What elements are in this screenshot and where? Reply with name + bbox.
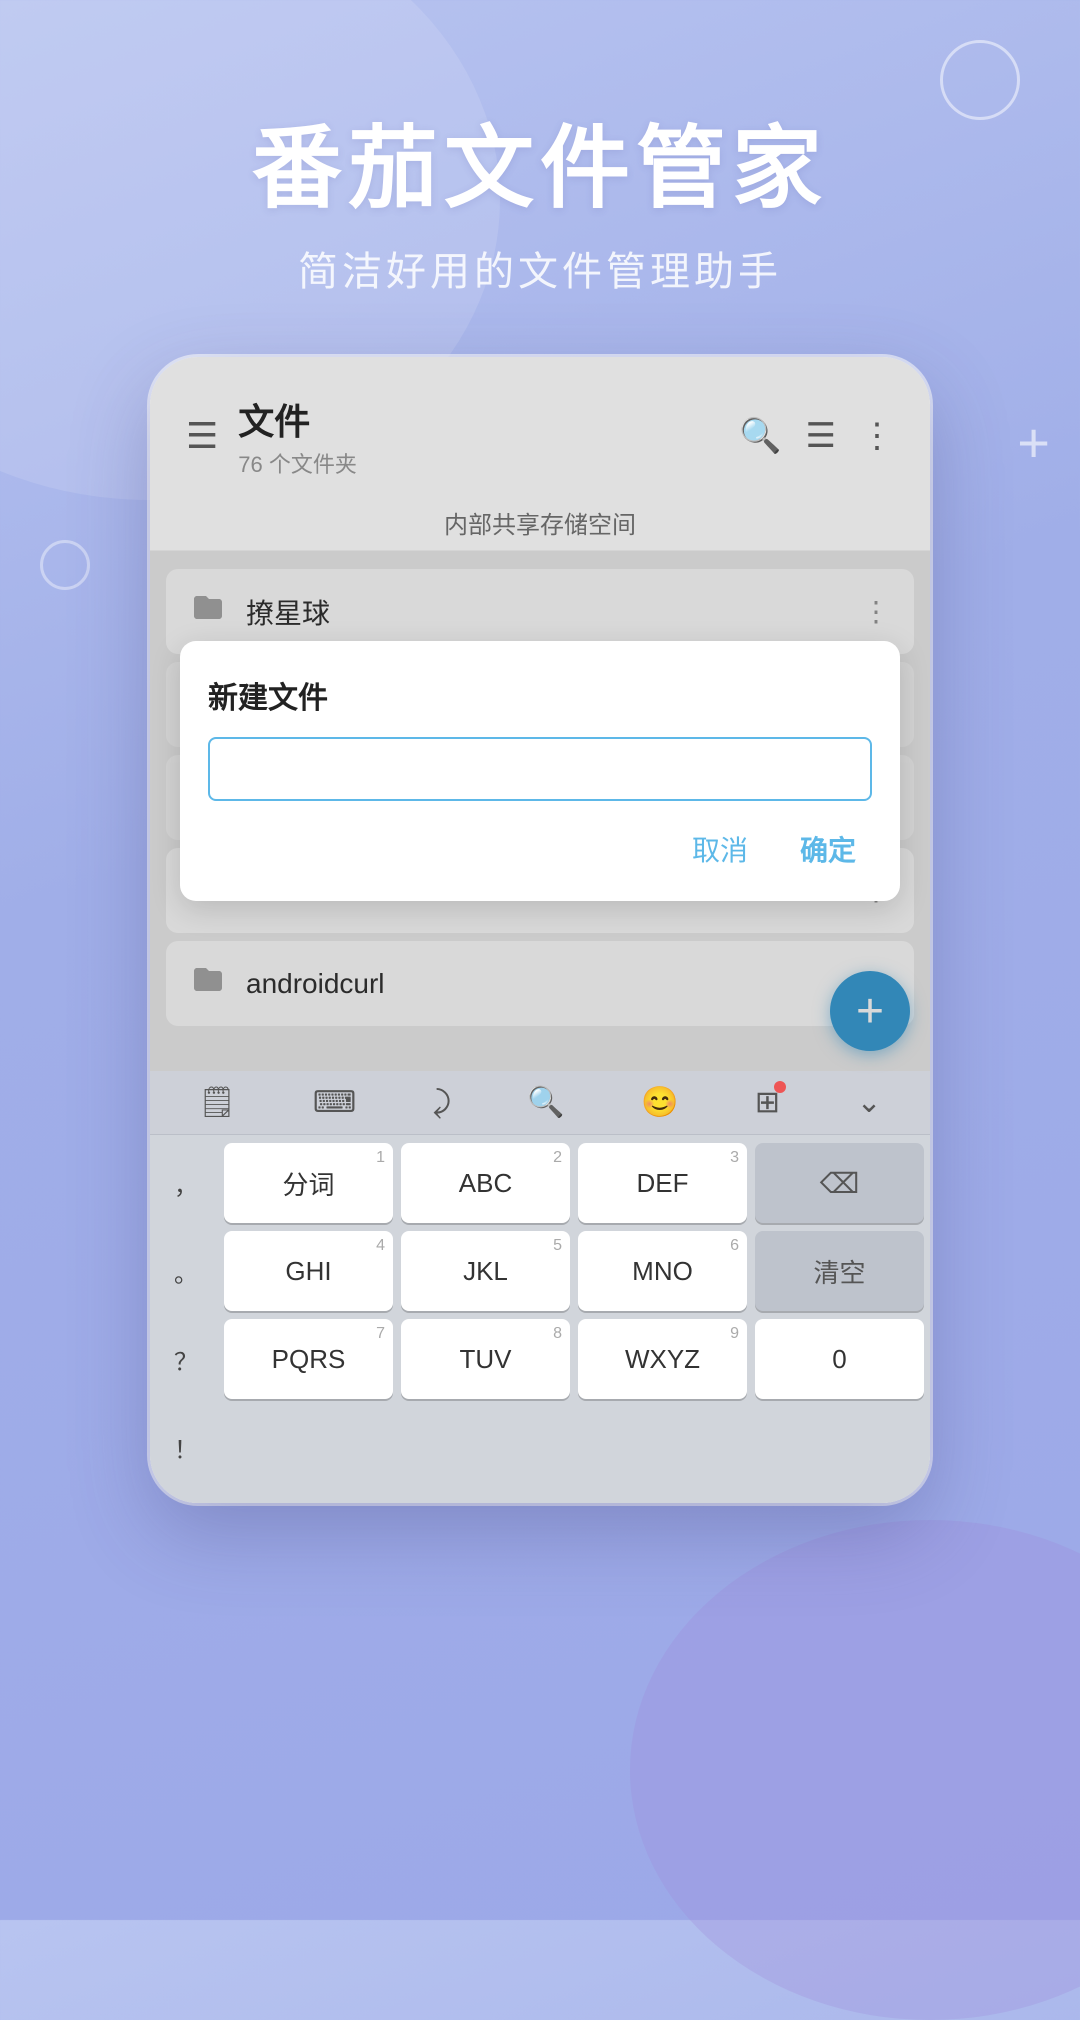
key-zero-label: 0: [832, 1344, 846, 1375]
app-title: 番茄文件管家: [0, 120, 1080, 219]
header-area: 番茄文件管家 简洁好用的文件管理助手: [0, 0, 1080, 357]
menu-button[interactable]: ☰: [186, 418, 218, 454]
sort-icon[interactable]: ☰: [806, 416, 836, 456]
clipboard-icon[interactable]: 🗒: [198, 1085, 236, 1120]
emoji-icon[interactable]: 😊: [641, 1085, 678, 1120]
keyboard-row-3: ？ 7 PQRS 8 TUV 9 WXYZ 0: [156, 1319, 924, 1399]
dialog-title: 新建文件: [208, 673, 872, 717]
key-abc[interactable]: 2 ABC: [401, 1143, 570, 1223]
cursor-icon[interactable]: ⤸: [433, 1086, 451, 1120]
topbar-title-area: 文件 76 个文件夹: [238, 393, 719, 479]
key-2-num: 2: [553, 1149, 562, 1167]
keyboard-toolbar: 🗒 ⌨ ⤸ 🔍 😊 ⊞ ⌄: [150, 1071, 930, 1135]
key-period[interactable]: 。: [156, 1231, 216, 1311]
bg-blob-bottom: [630, 1520, 1080, 2020]
dialog-cancel-button[interactable]: 取消: [676, 821, 764, 877]
file-list: 撩星球 ⋮ 新建文件 取消 确定: [150, 551, 930, 1071]
key-question-label: ？: [174, 1342, 198, 1377]
key-exclaim-label: ！: [174, 1430, 198, 1465]
key-mno[interactable]: 6 MNO: [578, 1231, 747, 1311]
dialog-actions: 取消 确定: [208, 821, 872, 877]
key-jkl-label: JKL: [463, 1256, 508, 1287]
bg-circle-left: [40, 540, 90, 590]
key-5-num: 5: [553, 1237, 562, 1255]
key-ghi-label: GHI: [285, 1256, 331, 1287]
key-def[interactable]: 3 DEF: [578, 1143, 747, 1223]
key-fenchi-label: 分词: [282, 1165, 334, 1202]
key-abc-label: ABC: [459, 1168, 512, 1199]
key-ghi[interactable]: 4 GHI: [224, 1231, 393, 1311]
key-def-label: DEF: [637, 1168, 689, 1199]
dialog-overlay: 新建文件 取消 确定: [150, 551, 930, 1071]
keyboard-icon[interactable]: ⌨: [313, 1085, 356, 1120]
new-file-dialog: 新建文件 取消 确定: [180, 641, 900, 901]
topbar-icons: 🔍 ☰ ⋮: [739, 416, 894, 456]
topbar: ☰ 文件 76 个文件夹 🔍 ☰ ⋮: [150, 357, 930, 495]
new-file-input[interactable]: [208, 737, 872, 801]
key-zero[interactable]: 0: [755, 1319, 924, 1399]
keyboard-area: 🗒 ⌨ ⤸ 🔍 😊 ⊞ ⌄ ， 1: [150, 1071, 930, 1503]
key-comma-label: ，: [174, 1166, 198, 1201]
keyboard-row-2: 。 4 GHI 5 JKL 6 MNO 清空: [156, 1231, 924, 1311]
key-wxyz[interactable]: 9 WXYZ: [578, 1319, 747, 1399]
key-6-num: 6: [730, 1237, 739, 1255]
chevron-down-icon[interactable]: ⌄: [857, 1085, 882, 1120]
key-period-label: 。: [174, 1254, 198, 1289]
key-7-num: 7: [376, 1325, 385, 1343]
notification-dot: [774, 1081, 786, 1093]
bg-plus-decoration: +: [1017, 410, 1050, 475]
topbar-subtitle: 76 个文件夹: [238, 447, 719, 479]
keyboard-row-4: ！: [156, 1407, 924, 1487]
key-4-num: 4: [376, 1237, 385, 1255]
key-tuv-label: TUV: [460, 1344, 512, 1375]
key-clear-label: 清空: [813, 1253, 865, 1290]
phone-mockup: ☰ 文件 76 个文件夹 🔍 ☰ ⋮ 内部共享存储空间 撩: [150, 357, 930, 1503]
app-subtitle: 简洁好用的文件管理助手: [0, 239, 1080, 297]
file-manager: ☰ 文件 76 个文件夹 🔍 ☰ ⋮ 内部共享存储空间 撩: [150, 357, 930, 1503]
grid-icon[interactable]: ⊞: [755, 1085, 780, 1120]
key-3-num: 3: [730, 1149, 739, 1167]
key-delete[interactable]: ⌫: [755, 1143, 924, 1223]
key-pqrs[interactable]: 7 PQRS: [224, 1319, 393, 1399]
key-tuv[interactable]: 8 TUV: [401, 1319, 570, 1399]
key-pqrs-label: PQRS: [272, 1344, 346, 1375]
search-icon[interactable]: 🔍: [739, 416, 781, 456]
key-wxyz-label: WXYZ: [625, 1344, 700, 1375]
key-question[interactable]: ？: [156, 1319, 216, 1399]
key-8-num: 8: [553, 1325, 562, 1343]
key-delete-label: ⌫: [820, 1167, 860, 1200]
key-clear[interactable]: 清空: [755, 1231, 924, 1311]
topbar-title: 文件: [238, 393, 719, 445]
more-icon[interactable]: ⋮: [860, 416, 894, 456]
key-fenchi[interactable]: 1 分词: [224, 1143, 393, 1223]
storage-label: 内部共享存储空间: [150, 495, 930, 551]
key-comma[interactable]: ，: [156, 1143, 216, 1223]
dialog-confirm-button[interactable]: 确定: [784, 821, 872, 877]
key-9-num: 9: [730, 1325, 739, 1343]
key-exclaim[interactable]: ！: [156, 1407, 216, 1487]
key-1-num: 1: [376, 1149, 385, 1167]
key-jkl[interactable]: 5 JKL: [401, 1231, 570, 1311]
keyboard-search-icon[interactable]: 🔍: [527, 1085, 564, 1120]
keyboard-rows: ， 1 分词 2 ABC 3 DEF ⌫: [150, 1135, 930, 1503]
keyboard-row-1: ， 1 分词 2 ABC 3 DEF ⌫: [156, 1143, 924, 1223]
key-mno-label: MNO: [632, 1256, 693, 1287]
